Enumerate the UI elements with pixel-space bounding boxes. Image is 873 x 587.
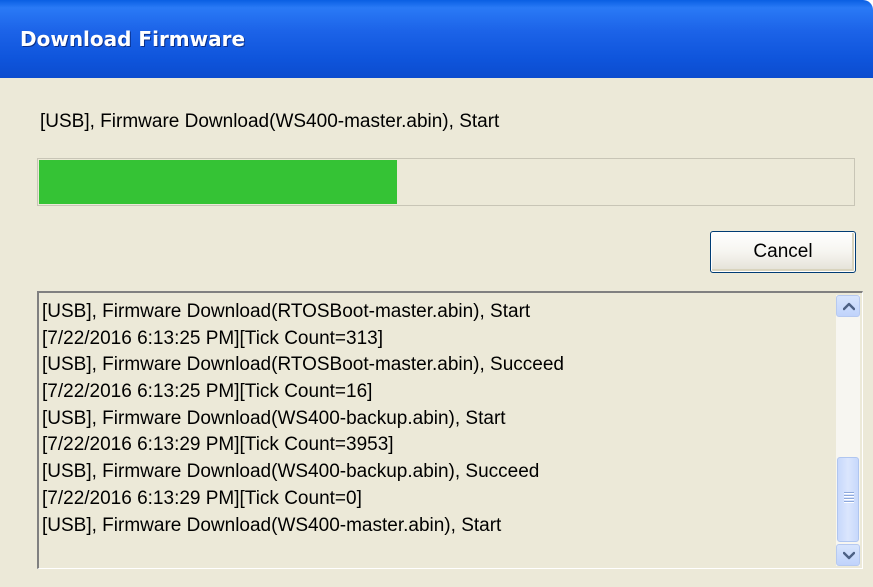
title-bar[interactable]: Download Firmware <box>0 0 873 78</box>
progress-bar-fill <box>39 160 397 204</box>
chevron-down-icon <box>843 551 855 560</box>
status-text: [USB], Firmware Download(WS400-master.ab… <box>40 111 500 132</box>
log-line: [USB], Firmware Download(WS400-backup.ab… <box>42 407 506 429</box>
scrollbar-thumb[interactable] <box>837 457 859 542</box>
log-lines: [USB], Firmware Download(RTOSBoot-master… <box>42 299 822 539</box>
log-line: [USB], Firmware Download(WS400-backup.ab… <box>42 461 540 483</box>
grip-icon <box>844 492 854 504</box>
dialog-body: [USB], Firmware Download(WS400-master.ab… <box>0 78 873 587</box>
download-firmware-dialog: Download Firmware [USB], Firmware Downlo… <box>0 0 873 587</box>
scroll-down-button[interactable] <box>836 544 860 566</box>
log-vertical-scrollbar[interactable] <box>836 295 860 566</box>
log-line: [USB], Firmware Download(RTOSBoot-master… <box>42 354 564 376</box>
log-line: [7/22/2016 6:13:25 PM][Tick Count=16] <box>42 381 373 403</box>
window-title: Download Firmware <box>20 27 246 51</box>
scroll-up-button[interactable] <box>836 295 860 317</box>
log-line: [7/22/2016 6:13:29 PM][Tick Count=3953] <box>42 434 394 456</box>
log-line: [7/22/2016 6:13:25 PM][Tick Count=313] <box>42 327 383 349</box>
chevron-up-icon <box>843 302 855 311</box>
cancel-button[interactable]: Cancel <box>710 231 856 273</box>
progress-bar <box>37 158 855 206</box>
log-output-box[interactable]: [USB], Firmware Download(RTOSBoot-master… <box>37 291 863 569</box>
log-line: [USB], Firmware Download(RTOSBoot-master… <box>42 301 531 322</box>
log-line: [USB], Firmware Download(WS400-master.ab… <box>42 514 502 536</box>
log-line: [7/22/2016 6:13:29 PM][Tick Count=0] <box>42 487 362 509</box>
